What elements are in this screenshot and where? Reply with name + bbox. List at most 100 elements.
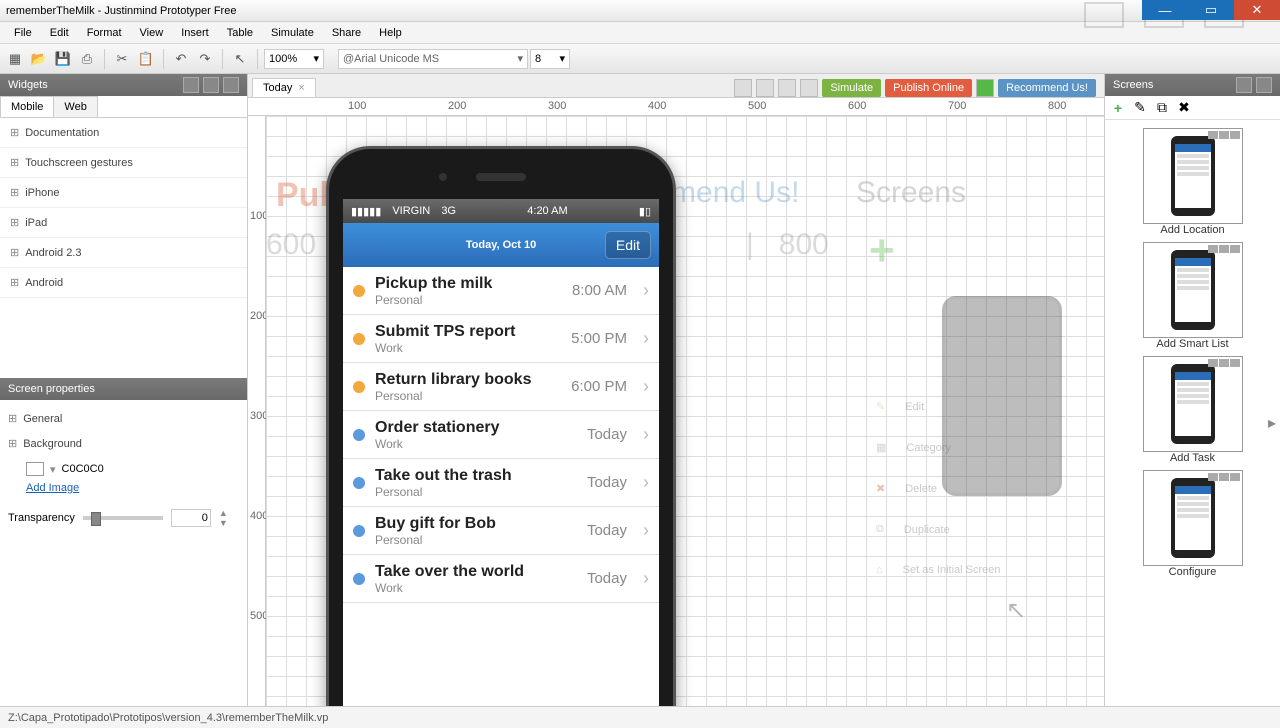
screen-thumb[interactable] (1143, 470, 1243, 566)
task-row[interactable]: Pickup the milkPersonal 8:00 AM › (343, 267, 659, 315)
panel-icon[interactable] (183, 77, 199, 93)
screen-tool-icon[interactable]: ⧉ (1153, 99, 1171, 117)
task-category: Personal (375, 533, 577, 547)
screen-label: Add Task (1143, 452, 1243, 464)
screen-thumb[interactable] (1143, 128, 1243, 224)
nav-title: Today, Oct 10 (466, 239, 537, 251)
menu-view[interactable]: View (132, 25, 172, 41)
chevron-right-icon: › (643, 568, 649, 589)
phone-time: 4:20 AM (527, 205, 567, 217)
fontsize-select[interactable]: 8▾ (530, 49, 570, 69)
phone-device[interactable]: ▮▮▮▮▮ VIRGIN 3G 4:20 AM ▮▯ Today, Oct 10… (326, 146, 676, 706)
ghost-context-menu: ✎Edit ▦Category ✖Delete ⧉Duplicate ⌂Set … (866, 386, 1086, 590)
task-time: 5:00 PM (571, 330, 627, 347)
zoom-select[interactable]: 100%▾ (264, 49, 324, 69)
menu-file[interactable]: File (6, 25, 40, 41)
share-icon[interactable] (976, 79, 994, 97)
panel-icon[interactable] (223, 77, 239, 93)
add-screen-icon[interactable]: + (1109, 99, 1127, 117)
screen-thumb[interactable] (1143, 356, 1243, 452)
open-icon[interactable]: 📂 (28, 48, 50, 70)
recommend-button[interactable]: Recommend Us! (998, 79, 1096, 97)
forward-icon[interactable] (800, 79, 818, 97)
font-select[interactable]: @Arial Unicode MS▾ (338, 49, 528, 69)
task-row[interactable]: Return library booksPersonal 6:00 PM › (343, 363, 659, 411)
chevron-right-icon: › (643, 328, 649, 349)
task-row[interactable]: Take over the worldWork Today › (343, 555, 659, 603)
back-icon[interactable] (778, 79, 796, 97)
priority-dot-icon (353, 573, 365, 585)
pager-next-icon[interactable]: ▸ (1268, 413, 1276, 433)
redo-icon[interactable]: ↷ (194, 48, 216, 70)
transparency-slider[interactable] (83, 516, 163, 520)
widget-item[interactable]: iPhone (0, 178, 247, 208)
task-title: Order stationery (375, 419, 577, 437)
screen-properties: General Background ▾ C0C0C0 Add Image Tr… (0, 400, 247, 706)
menu-edit[interactable]: Edit (42, 25, 77, 41)
widget-item[interactable]: iPad (0, 208, 247, 238)
edit-button[interactable]: Edit (605, 231, 651, 259)
close-tab-icon[interactable]: × (298, 82, 304, 94)
file-path: Z:\Capa_Prototipado\Prototipos\version_4… (8, 712, 328, 724)
task-title: Submit TPS report (375, 323, 561, 341)
publish-button[interactable]: Publish Online (885, 79, 972, 97)
toolbar: ▦ 📂 💾 ⎙ ✂ 📋 ↶ ↷ ↖ 100%▾ @Arial Unicode M… (0, 44, 1280, 74)
ruler-vertical: 100200 300400 500 (248, 116, 266, 706)
widget-item[interactable]: Touchscreen gestures (0, 148, 247, 178)
widget-item[interactable]: Android (0, 268, 247, 298)
transparency-input[interactable] (171, 509, 211, 527)
canvas[interactable]: Publish Online Recommend Us! Screens + 6… (266, 116, 1104, 706)
menu-share[interactable]: Share (324, 25, 369, 41)
widget-item[interactable]: Documentation (0, 118, 247, 148)
props-panel-header: Screen properties (0, 378, 247, 400)
icon-button[interactable] (734, 79, 752, 97)
ghost-cursor-icon: ↖ (1006, 596, 1026, 625)
ghost-screens: Screens (856, 176, 966, 210)
task-time: Today (587, 474, 627, 491)
priority-dot-icon (353, 477, 365, 489)
new-icon[interactable]: ▦ (4, 48, 26, 70)
window-maximize-button[interactable]: ▭ (1188, 0, 1234, 20)
color-swatch[interactable] (26, 462, 44, 476)
screen-tool-icon[interactable]: ✖ (1175, 99, 1193, 117)
menu-simulate[interactable]: Simulate (263, 25, 322, 41)
save-icon[interactable]: 💾 (52, 48, 74, 70)
pointer-icon[interactable]: ↖ (229, 48, 251, 70)
cut-icon[interactable]: ✂ (111, 48, 133, 70)
simulate-button[interactable]: Simulate (822, 79, 881, 97)
task-row[interactable]: Take out the trashPersonal Today › (343, 459, 659, 507)
priority-dot-icon (353, 381, 365, 393)
ruler-horizontal: 100200 300400 500600 700800 (248, 98, 1104, 116)
tab-mobile[interactable]: Mobile (0, 96, 54, 117)
task-row[interactable]: Submit TPS reportWork 5:00 PM › (343, 315, 659, 363)
menu-format[interactable]: Format (79, 25, 130, 41)
panel-icon[interactable] (203, 77, 219, 93)
home-icon[interactable] (756, 79, 774, 97)
task-row[interactable]: Buy gift for BobPersonal Today › (343, 507, 659, 555)
panel-icon[interactable] (1236, 77, 1252, 93)
task-category: Work (375, 341, 561, 355)
widget-item[interactable]: Android 2.3 (0, 238, 247, 268)
menu-help[interactable]: Help (371, 25, 410, 41)
task-title: Return library books (375, 371, 561, 389)
tab-web[interactable]: Web (53, 96, 97, 117)
doc-tab-today[interactable]: Today× (252, 78, 316, 97)
add-image-link[interactable]: Add Image (26, 482, 239, 494)
screen-thumb[interactable] (1143, 242, 1243, 338)
prop-general[interactable]: General (8, 406, 239, 431)
task-category: Personal (375, 485, 577, 499)
paste-icon[interactable]: 📋 (135, 48, 157, 70)
task-row[interactable]: Order stationeryWork Today › (343, 411, 659, 459)
menu-insert[interactable]: Insert (173, 25, 217, 41)
saveall-icon[interactable]: ⎙ (76, 48, 98, 70)
menu-table[interactable]: Table (219, 25, 261, 41)
prop-background[interactable]: Background (8, 431, 239, 456)
undo-icon[interactable]: ↶ (170, 48, 192, 70)
window-minimize-button[interactable]: — (1142, 0, 1188, 20)
panel-icon[interactable] (1256, 77, 1272, 93)
task-time: 8:00 AM (572, 282, 627, 299)
window-close-button[interactable]: ✕ (1234, 0, 1280, 20)
screen-tool-icon[interactable]: ✎ (1131, 99, 1149, 117)
battery-icon: ▮▯ (639, 205, 651, 218)
screen-label: Add Smart List (1143, 338, 1243, 350)
